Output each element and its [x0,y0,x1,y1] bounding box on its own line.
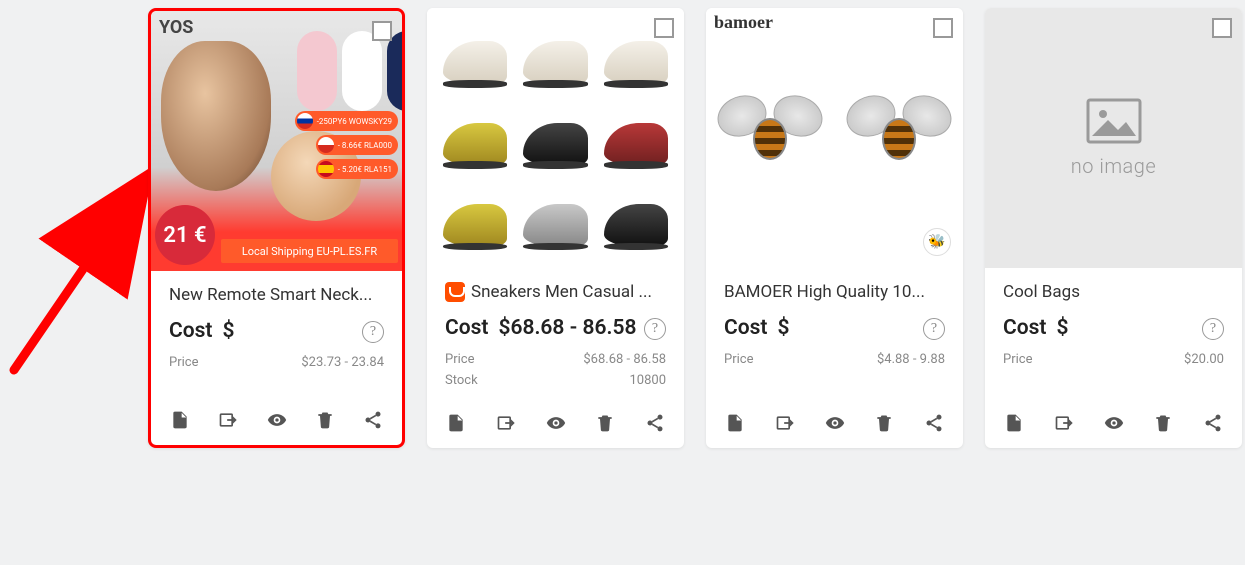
eye-icon[interactable] [1103,412,1125,434]
share-icon[interactable] [923,412,945,434]
share-icon[interactable] [1202,412,1224,434]
file-search-icon[interactable] [724,412,746,434]
no-image-label: no image [1071,154,1156,178]
file-search-icon[interactable] [445,412,467,434]
trash-icon[interactable] [1152,412,1174,434]
help-icon[interactable]: ? [923,318,945,340]
product-card[interactable]: no image Cool Bags Cost $ ? Price $20.00 [985,8,1242,448]
product-title[interactable]: BAMOER High Quality 10... [724,282,945,302]
product-thumbnail[interactable]: no image [985,8,1242,268]
stock-label: Stock [445,373,478,388]
product-title[interactable]: New Remote Smart Neck... [169,285,384,305]
thumb-brand: YOS [159,17,193,38]
price-value: $20.00 [1184,352,1224,367]
price-label: Price [445,352,474,367]
eye-icon[interactable] [824,412,846,434]
product-title[interactable]: Sneakers Men Casual ... [471,282,666,302]
product-graphic [161,41,271,191]
help-icon[interactable]: ? [644,318,666,340]
promo-pill: - 8.66€ RLA000 [316,135,398,155]
product-graphic [706,78,963,188]
price-value: $68.68 - 86.58 [583,352,666,367]
product-card[interactable]: bamoer 🐝 BAMOER High Quality 10... Cost … [706,8,963,448]
cost-label: Cost [445,316,488,340]
cost-label: Cost [724,316,767,340]
help-icon[interactable]: ? [1202,318,1224,340]
product-graphic [437,18,674,258]
price-label: Price [1003,352,1032,367]
import-icon[interactable] [1053,412,1075,434]
select-checkbox[interactable] [1212,18,1232,38]
cost-value: $ [222,319,234,343]
cost-value: $68.68 - 86.58 [498,316,636,340]
eye-icon[interactable] [266,409,288,431]
stock-value: 10800 [629,373,666,388]
card-actions [151,399,402,445]
import-icon[interactable] [495,412,517,434]
trash-icon[interactable] [594,412,616,434]
product-card[interactable]: Sneakers Men Casual ... Cost $68.68 - 86… [427,8,684,448]
file-search-icon[interactable] [169,409,191,431]
product-grid: YOS -250PY6 WOWSKY29 - 8.66€ RLA000 - 5.… [0,0,1245,456]
trash-icon[interactable] [873,412,895,434]
cost-label: Cost [169,319,212,343]
thumb-shipping-banner: Local Shipping EU-PL.ES.FR [221,239,398,263]
price-value: $23.73 - 23.84 [301,355,384,370]
thumb-brand: bamoer [714,12,773,33]
cost-value: $ [1056,316,1068,340]
product-card[interactable]: YOS -250PY6 WOWSKY29 - 8.66€ RLA000 - 5.… [148,8,405,448]
price-value: $4.88 - 9.88 [877,352,945,367]
product-thumbnail[interactable]: YOS -250PY6 WOWSKY29 - 8.66€ RLA000 - 5.… [151,11,402,271]
help-icon[interactable]: ? [362,321,384,343]
product-graphic [342,31,382,111]
price-label: Price [169,355,198,370]
product-thumbnail[interactable] [427,8,684,268]
share-icon[interactable] [362,409,384,431]
select-checkbox[interactable] [654,18,674,38]
card-actions [706,402,963,448]
variant-badge: 🐝 [923,228,951,256]
eye-icon[interactable] [545,412,567,434]
promo-pill: -250PY6 WOWSKY29 [295,111,398,131]
aliexpress-icon [445,282,465,302]
price-label: Price [724,352,753,367]
card-actions [985,402,1242,448]
file-search-icon[interactable] [1003,412,1025,434]
cost-value: $ [777,316,789,340]
trash-icon[interactable] [314,409,336,431]
thumb-price-badge: 21 € [155,205,215,265]
promo-pill: - 5.20€ RLA151 [316,159,398,179]
card-actions [427,402,684,448]
import-icon[interactable] [774,412,796,434]
select-checkbox[interactable] [372,21,392,41]
select-checkbox[interactable] [933,18,953,38]
cost-label: Cost [1003,316,1046,340]
product-thumbnail[interactable]: bamoer 🐝 [706,8,963,268]
image-placeholder-icon [1086,98,1142,144]
share-icon[interactable] [644,412,666,434]
import-icon[interactable] [217,409,239,431]
product-title[interactable]: Cool Bags [1003,282,1224,302]
